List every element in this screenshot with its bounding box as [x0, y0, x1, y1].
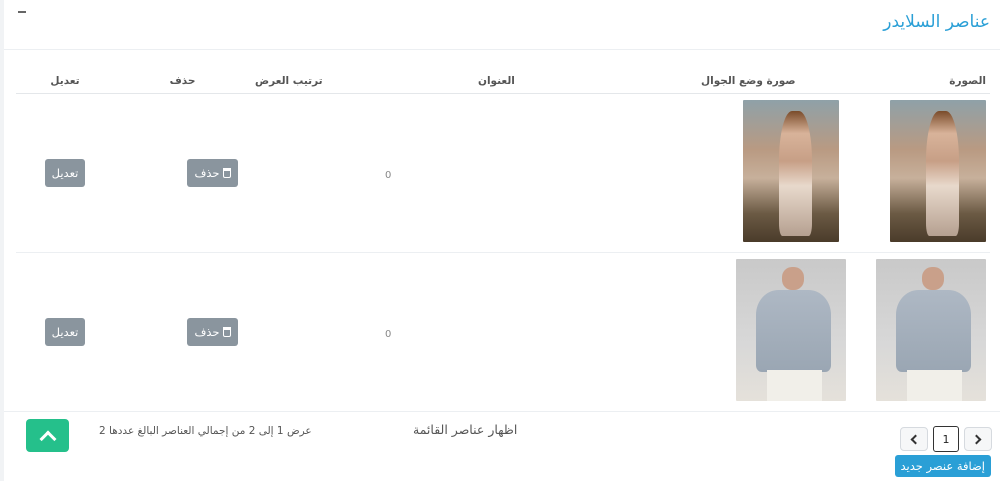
- chevron-right-icon: [971, 434, 982, 444]
- cell-edit: تعديل: [16, 93, 114, 253]
- delete-label: حذف: [194, 165, 220, 180]
- cell-title: [474, 93, 697, 253]
- table-header-row: الصورة صورة وضع الجوال العنوان ترتيب الع…: [16, 70, 990, 94]
- panel-header: عناصر السلايدر: [4, 0, 1000, 50]
- table-row: 0 حذف تعديل: [16, 93, 990, 253]
- cell-image: [885, 93, 990, 253]
- delete-button[interactable]: حذف: [187, 158, 238, 187]
- add-new-item-button[interactable]: إضافة عنصر جديد: [894, 455, 991, 477]
- cell-mobile-image: [697, 93, 885, 253]
- table-row: 0 حذف تعديل: [16, 252, 990, 411]
- scroll-to-top-button[interactable]: [26, 419, 69, 452]
- cell-mobile-image: [697, 252, 885, 411]
- pagination: 1: [900, 426, 992, 452]
- cell-delete: حذف: [114, 252, 251, 411]
- chevron-up-icon: [39, 430, 56, 447]
- header-order: ترتيب العرض: [251, 70, 474, 94]
- header-image: الصورة: [885, 70, 990, 94]
- edit-button[interactable]: تعديل: [44, 158, 86, 187]
- cell-edit: تعديل: [16, 252, 114, 411]
- cell-order: 0: [251, 93, 474, 253]
- delete-label: حذف: [194, 324, 220, 339]
- pagination-page-current[interactable]: 1: [933, 426, 959, 452]
- collapse-icon[interactable]: [18, 11, 26, 13]
- cell-title: [474, 252, 697, 411]
- trash-icon: [222, 326, 231, 337]
- slider-image: [890, 99, 986, 242]
- order-value: 0: [385, 170, 392, 181]
- panel-title: عناصر السلايدر: [883, 12, 990, 32]
- pagination-next-button[interactable]: [964, 427, 992, 451]
- order-value: 0: [385, 329, 392, 341]
- list-items-label: اظهار عناصر القائمة: [413, 422, 518, 437]
- mobile-slider-image: [743, 99, 839, 242]
- header-mobile-image: صورة وضع الجوال: [697, 70, 885, 94]
- table-summary: عرض 1 إلى 2 من إجمالي العناصر البالغ عدد…: [99, 425, 312, 437]
- header-edit: تعديل: [16, 70, 114, 94]
- chevron-left-icon: [910, 434, 921, 444]
- edit-button[interactable]: تعديل: [44, 317, 86, 346]
- mobile-slider-image: [736, 258, 846, 401]
- cell-delete: حذف: [114, 93, 251, 253]
- slider-items-table: الصورة صورة وضع الجوال العنوان ترتيب الع…: [16, 70, 990, 411]
- slider-image: [876, 258, 986, 401]
- page-left-edge: [0, 0, 4, 481]
- pagination-prev-button[interactable]: [900, 427, 928, 451]
- cell-order: 0: [251, 252, 474, 411]
- header-delete: حذف: [114, 70, 251, 94]
- trash-icon: [222, 167, 231, 178]
- footer-divider: [4, 411, 1000, 412]
- cell-image: [876, 252, 990, 411]
- delete-button[interactable]: حذف: [187, 317, 238, 346]
- header-title: العنوان: [474, 70, 697, 94]
